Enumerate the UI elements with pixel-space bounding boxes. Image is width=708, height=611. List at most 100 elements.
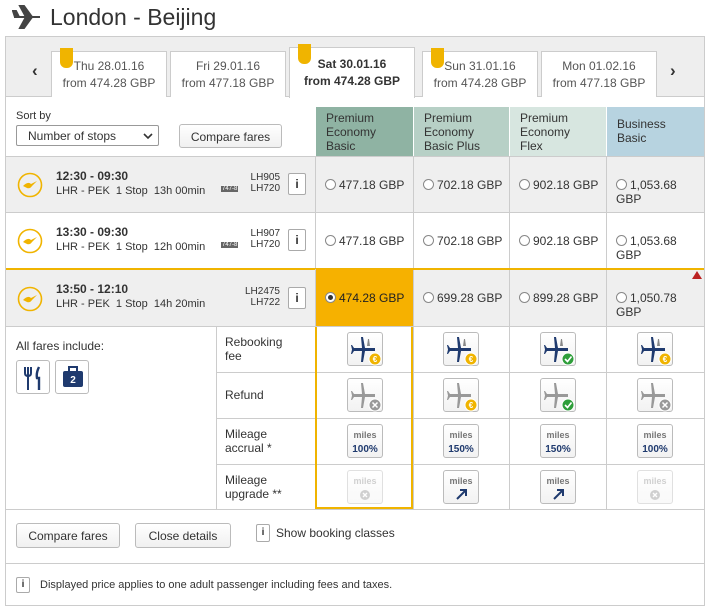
- flight-summary: LHR - PEK 1 Stop 14h 20min: [56, 298, 205, 310]
- fare-price: 477.18 GBP: [339, 178, 405, 192]
- fare-class-line: Premium: [424, 111, 473, 125]
- fare-radio[interactable]: [519, 179, 530, 190]
- miles-upgrade-available-icon: miles: [540, 470, 576, 504]
- date-tab-4[interactable]: Mon 01.02.16 from 477.18 GBP: [541, 51, 657, 97]
- show-booking-classes-link[interactable]: Show booking classes: [276, 526, 395, 540]
- fare-cell[interactable]: 699.28 GBP: [413, 270, 510, 326]
- fare-radio[interactable]: [423, 235, 434, 246]
- flight-stops: 1 Stop: [115, 241, 148, 253]
- sort-select-value: Number of stops: [28, 129, 117, 143]
- flight-times: 13:30 - 09:30: [56, 225, 129, 239]
- svg-text:2: 2: [70, 375, 76, 386]
- flight-info-button[interactable]: i: [288, 173, 306, 195]
- fare-radio[interactable]: [616, 179, 627, 190]
- divider: [216, 464, 704, 465]
- feature-label-mileage-accrual: Mileage accrual *: [225, 427, 272, 455]
- fare-radio[interactable]: [519, 235, 530, 246]
- meal-fork-knife-icon: [16, 360, 50, 394]
- date-tab-1[interactable]: Fri 29.01.16 from 477.18 GBP: [170, 51, 286, 97]
- fare-radio[interactable]: [325, 179, 336, 190]
- fare-radio[interactable]: [423, 179, 434, 190]
- miles-upgrade-not-available-icon: miles: [637, 470, 673, 504]
- lufthansa-crane-logo-icon: [17, 228, 43, 254]
- lufthansa-crane-logo-icon: [17, 172, 43, 198]
- svg-text:€: €: [469, 355, 474, 364]
- flight-duration: 13h 00min: [153, 185, 206, 197]
- booking-classes-info-icon[interactable]: i: [256, 524, 270, 542]
- flight-stops: 1 Stop: [115, 185, 148, 197]
- date-tab-2-selected[interactable]: Sat 30.01.16 from 474.28 GBP: [289, 44, 415, 98]
- fare-radio[interactable]: [325, 235, 336, 246]
- fare-class-premium-economy-flex: Premium Economy Flex: [510, 107, 606, 157]
- date-tab-3[interactable]: Sun 31.01.16 from 474.28 GBP: [422, 48, 538, 97]
- page-title: London - Beijing: [50, 4, 217, 30]
- miles-accrual-value: 150%: [448, 444, 474, 455]
- flight-number: LH905: [250, 172, 280, 183]
- next-dates-arrow-icon[interactable]: ›: [670, 61, 676, 81]
- fare-cell[interactable]: 899.28 GBP: [509, 270, 607, 326]
- divider: [216, 418, 704, 419]
- flight-times: 12:30 - 09:30: [56, 169, 129, 183]
- flight-number: LH720: [250, 183, 280, 194]
- fare-radio[interactable]: [616, 235, 627, 246]
- fare-details: All fares include: 2 Rebooking fee Refund…: [6, 326, 704, 510]
- flight-row: 13:30 - 09:30 LHR - PEK 1 Stop 12h 00min…: [6, 212, 704, 268]
- fare-cell[interactable]: 1,053.68 GBP: [606, 213, 704, 268]
- miles-word: miles: [643, 430, 667, 440]
- rebooking-fee-icon: €: [637, 332, 673, 366]
- fare-class-line: Economy: [424, 125, 475, 139]
- feature-label-line: fee: [225, 349, 242, 363]
- fare-cell[interactable]: 1,050.78 GBP: [606, 270, 704, 326]
- fare-class-line: Business: [617, 117, 666, 131]
- fare-price: 477.18 GBP: [339, 234, 405, 248]
- fare-class-line: Premium: [520, 111, 569, 125]
- date-label: Mon 01.02.16: [562, 59, 636, 73]
- lufthansa-crane-logo-icon: [17, 286, 43, 312]
- header: London - Beijing: [0, 0, 708, 36]
- all-fares-include-label: All fares include:: [16, 339, 105, 353]
- aircraft-badge: 747-8: [221, 242, 239, 248]
- fare-class-line: Economy: [520, 125, 571, 139]
- close-details-button[interactable]: Close details: [135, 523, 231, 548]
- flight-number: LH722: [250, 297, 280, 308]
- date-price: from 474.28 GBP: [433, 76, 527, 90]
- fare-panel: ‹ Thu 28.01.16 from 474.28 GBP Fri 29.01…: [5, 36, 705, 606]
- rebooking-fee-icon: €: [443, 332, 479, 366]
- fare-class-line: Premium: [326, 111, 375, 125]
- best-price-flag-icon: [431, 48, 444, 68]
- flight-info-button[interactable]: i: [288, 287, 306, 309]
- fare-radio-selected[interactable]: [325, 292, 336, 303]
- flight-info-button[interactable]: i: [288, 229, 306, 251]
- fare-cell[interactable]: 1,053.68 GBP: [606, 157, 704, 212]
- fare-price: 899.28 GBP: [533, 291, 599, 305]
- date-label: Fri 29.01.16: [195, 59, 261, 73]
- compare-fares-button-top[interactable]: Compare fares: [179, 124, 282, 148]
- fare-cell[interactable]: 477.18 GBP: [315, 157, 414, 212]
- flight-row-selected: 13:50 - 12:10 LHR - PEK 1 Stop 14h 20min…: [6, 268, 704, 326]
- fare-radio[interactable]: [616, 292, 627, 303]
- compare-fares-button[interactable]: Compare fares: [16, 523, 120, 548]
- fare-cell[interactable]: 477.18 GBP: [315, 213, 414, 268]
- flight-numbers: LH2475 LH722: [240, 286, 280, 308]
- fare-class-premium-economy-basic-plus: Premium Economy Basic Plus: [414, 107, 509, 157]
- fare-radio[interactable]: [519, 292, 530, 303]
- miles-accrual-icon: miles 100%: [637, 424, 673, 458]
- fare-cell[interactable]: 902.18 GBP: [509, 213, 607, 268]
- fare-cell[interactable]: 702.18 GBP: [413, 157, 510, 212]
- flight-summary: LHR - PEK 1 Stop 12h 00min: [56, 241, 205, 253]
- fare-cell[interactable]: 902.18 GBP: [509, 157, 607, 212]
- sort-select[interactable]: Number of stops: [16, 125, 159, 146]
- flight-number: LH2475: [244, 286, 280, 297]
- fare-cell[interactable]: 702.18 GBP: [413, 213, 510, 268]
- date-tab-0[interactable]: Thu 28.01.16 from 474.28 GBP: [51, 48, 167, 97]
- feature-label-line: Mileage: [225, 427, 268, 441]
- detail-actions: Compare fares Close details i Show booki…: [6, 509, 704, 563]
- fare-price: 474.28 GBP: [339, 291, 405, 305]
- prev-dates-arrow-icon[interactable]: ‹: [32, 61, 38, 81]
- miles-upgrade-available-icon: miles: [443, 470, 479, 504]
- alert-triangle-icon: [692, 271, 702, 279]
- fare-class-line: Economy: [326, 125, 377, 139]
- fare-radio[interactable]: [423, 292, 434, 303]
- fare-cell-selected[interactable]: 474.28 GBP: [315, 269, 414, 326]
- miles-word: miles: [546, 430, 570, 440]
